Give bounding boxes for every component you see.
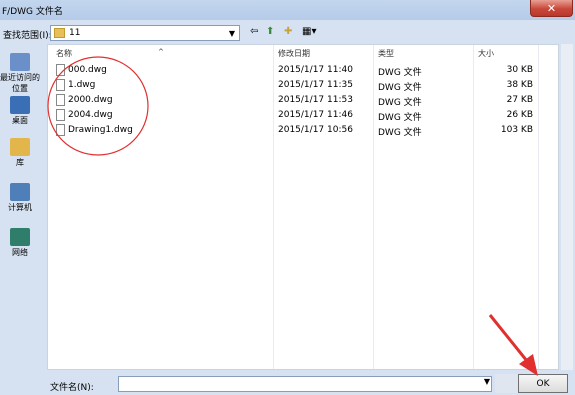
annotation-arrow-head: [519, 354, 538, 376]
annotation-layer: [47, 56, 538, 376]
highlight-circle: [47, 56, 149, 156]
file-dialog: F/DWG 文件名 ✕ 查找范围(I): 11 ▼ ⇦ ⬆ ✚ ▦▾ 最近访问的…: [0, 0, 575, 395]
annotation-arrow-shaft: [488, 314, 533, 367]
